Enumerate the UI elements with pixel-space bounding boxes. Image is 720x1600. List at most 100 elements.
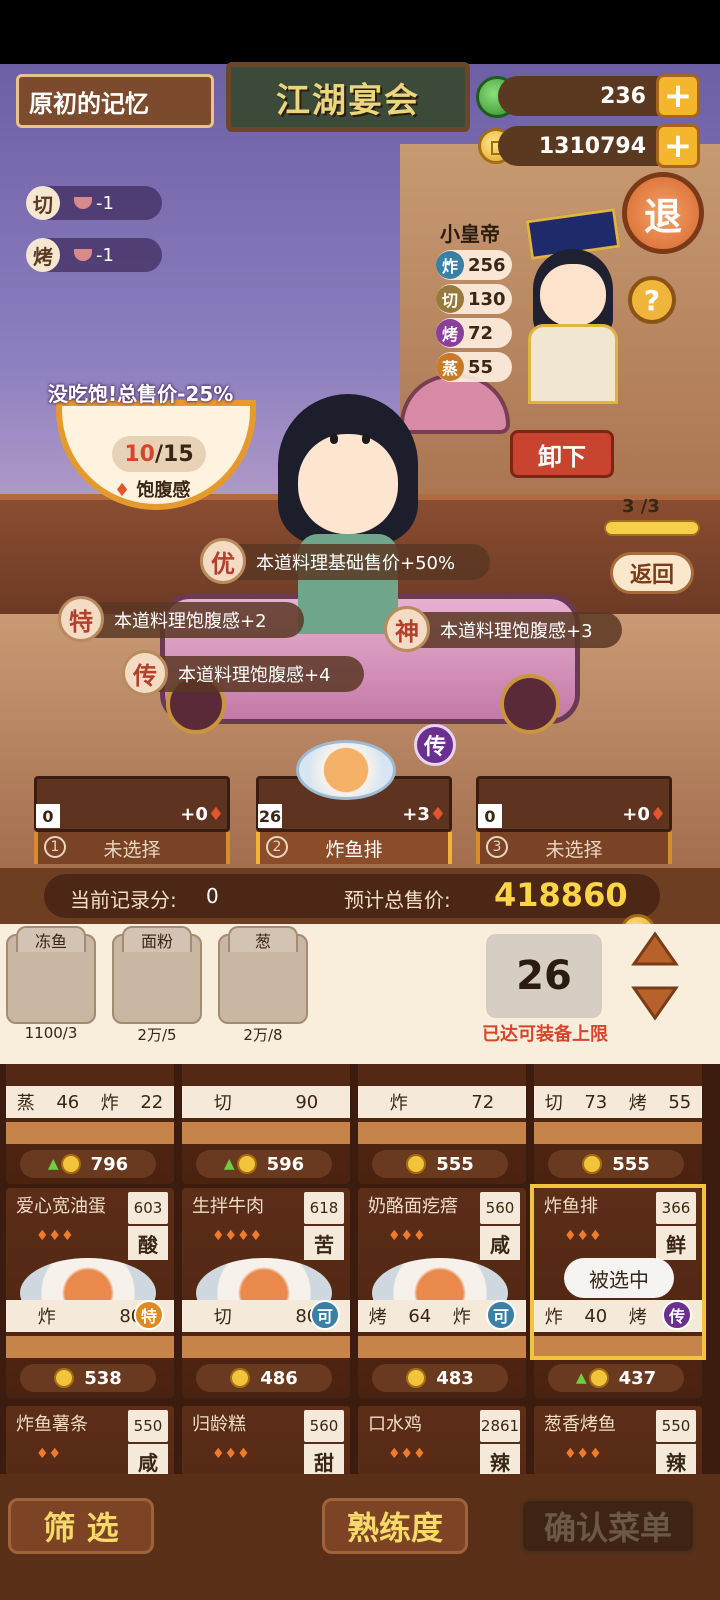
dish-skill-tags: 切 90 [182, 1086, 350, 1118]
skill-cost-value: -1 [96, 192, 114, 214]
fullness-value: 10 /15 [112, 436, 206, 472]
hungry-warning: 没吃饱!总售价-25% [48, 382, 234, 406]
skill-cost-chip: 切 -1 [26, 186, 162, 220]
dish-score: 560 [480, 1192, 520, 1224]
slot-count: 26 [258, 804, 282, 828]
ingredient-name: 面粉 [122, 926, 192, 952]
dish-price: 538 [20, 1364, 156, 1392]
dish-name: 奶酪面疙瘩 [368, 1196, 458, 1217]
slot-fire: +3♦ [402, 804, 446, 825]
dish-card[interactable]: 切90 可 ▲596 [182, 1064, 350, 1184]
filter-button[interactable]: 筛 选 [8, 1498, 154, 1554]
confirm-menu-button[interactable]: 确认菜单 [520, 1498, 696, 1554]
fire-icon: ♦♦♦ [36, 1228, 74, 1244]
fire-icon: ♦♦♦ [564, 1446, 602, 1462]
badge-available: 可 [486, 1300, 516, 1330]
fullness-current: 10 [124, 441, 155, 467]
equip-count: 26 [486, 934, 602, 1018]
coin-icon [406, 1368, 427, 1388]
dish-name: 爱心宽油蛋 [16, 1196, 106, 1217]
legend-rank-badge: 传 [414, 724, 456, 766]
equip-limit-text: 已达可装备上限 [482, 1024, 608, 1045]
stat-value: 55 [468, 356, 494, 378]
dish-card-selected[interactable]: 炸鱼排 366 鲜 ♦♦♦ 被选中 炸40 烤10 传 ▲437 [530, 1184, 706, 1398]
decrease-arrow-icon[interactable] [630, 984, 680, 1024]
dish-price: 486 [196, 1364, 332, 1392]
bowl-icon [74, 197, 92, 209]
stage-title: 原初的记忆 [16, 74, 214, 128]
slot-fire: +0♦ [180, 804, 224, 825]
exit-button[interactable]: 退 [622, 172, 704, 254]
dish-card[interactable]: 切73 烤55 可 555 [534, 1064, 702, 1184]
help-button[interactable]: ? [628, 276, 676, 324]
skill-roast-icon: 烤 [436, 319, 464, 347]
fire-icon: ♦♦ [36, 1446, 62, 1462]
customer-stat: 烤 72 [436, 318, 512, 348]
dish-card[interactable]: 奶酪面疙瘩 560 咸 ♦♦♦ 烤64 炸53 可 483 [358, 1188, 526, 1398]
bonus-text: 本道料理饱腹感+2 [114, 611, 267, 632]
dish-taste: 咸 [480, 1226, 520, 1260]
increase-arrow-icon[interactable] [630, 928, 680, 968]
add-jade-button[interactable]: + [656, 74, 700, 118]
fire-icon: ♦♦♦ [388, 1228, 426, 1244]
badge-available: 可 [310, 1300, 340, 1330]
dish-card[interactable]: 炸72 特 555 [358, 1064, 526, 1184]
bonus-special: 特 本道料理饱腹感+2 [58, 596, 304, 642]
dish-score: 2861 [480, 1410, 520, 1442]
coin-count: 1310794 [498, 126, 658, 166]
skill-cut-icon: 切 [436, 285, 464, 313]
dish-taste: 咸 [128, 1444, 168, 1474]
stat-value: 130 [468, 288, 506, 310]
back-button[interactable]: 返回 [610, 552, 694, 594]
dish-price: ▲ 596 [196, 1150, 332, 1178]
dish-card[interactable]: 生拌牛肉 618 苦 ♦♦♦♦ 切 80 可 486 [182, 1188, 350, 1398]
dish-taste: 辣 [656, 1444, 696, 1474]
dish-card[interactable]: 口水鸡 2861 辣 ♦♦♦ [358, 1406, 526, 1474]
coin-icon [582, 1154, 603, 1174]
ingredient-name: 葱 [228, 926, 298, 952]
skill-badge: 切 [26, 186, 60, 220]
dish-name: 生拌牛肉 [192, 1196, 264, 1217]
unload-button[interactable]: 卸下 [510, 430, 614, 478]
ingredient-name: 冻鱼 [16, 926, 86, 952]
dish-card[interactable]: 葱香烤鱼 550 辣 ♦♦♦ [534, 1406, 702, 1474]
dish-card[interactable]: 炸鱼薯条 550 咸 ♦♦ [6, 1406, 174, 1474]
badge-special: 特 [134, 1300, 164, 1330]
dish-skill-tags: 切 73 烤 55 [534, 1086, 702, 1118]
record-score-label: 当前记录分: [70, 888, 177, 912]
dish-card[interactable]: 爱心宽油蛋 603 酸 ♦♦♦ 炸 80 特 538 [6, 1188, 174, 1398]
slot-index: 2 [266, 836, 288, 858]
dish-name: 口水鸡 [368, 1414, 422, 1435]
proficiency-button[interactable]: 熟练度 [322, 1498, 468, 1554]
dish-name: 炸鱼薯条 [16, 1414, 88, 1435]
emperor-character [518, 207, 628, 414]
skill-cost-value: -1 [96, 244, 114, 266]
stat-value: 256 [468, 254, 506, 276]
fried-fish-dish [296, 740, 396, 800]
dish-taste: 酸 [128, 1226, 168, 1260]
customer-stat: 切 130 [436, 284, 512, 314]
slot-index: 1 [44, 836, 66, 858]
dish-name: 葱香烤鱼 [544, 1414, 616, 1435]
slot-fire: +0♦ [622, 804, 666, 825]
coin-icon [236, 1154, 257, 1174]
bonus-excellent: 优 本道料理基础售价+50% [200, 538, 490, 584]
dish-card[interactable]: 蒸46 炸22 可 ▲796 [6, 1064, 174, 1184]
banner-title: 江湖宴会 [226, 62, 470, 132]
dish-slot-3[interactable]: 0 +0♦ 未选择 3 [476, 776, 672, 864]
dish-skill-tags: 蒸 46 炸 22 [6, 1086, 174, 1118]
coin-icon [588, 1368, 609, 1388]
add-coin-button[interactable]: + [656, 124, 700, 168]
rank-icon: 传 [122, 650, 168, 696]
dish-price: ▲ 796 [20, 1150, 156, 1178]
estimated-total-value: 418860 [494, 876, 628, 914]
dish-price: 483 [372, 1364, 508, 1392]
fire-icon: ♦♦♦♦ [212, 1228, 263, 1244]
dish-slot-1[interactable]: 0 +0♦ 未选择 1 [34, 776, 230, 864]
dish-price: 555 [548, 1150, 684, 1178]
page-indicator: 3 /3 [622, 496, 660, 517]
dish-card[interactable]: 归龄糕 560 甜 ♦♦♦ [182, 1406, 350, 1474]
ingredient-qty: 1100/3 [24, 1024, 78, 1042]
fullness-label: ♦ 饱腹感 [114, 476, 190, 502]
fire-icon: ♦♦♦ [388, 1446, 426, 1462]
